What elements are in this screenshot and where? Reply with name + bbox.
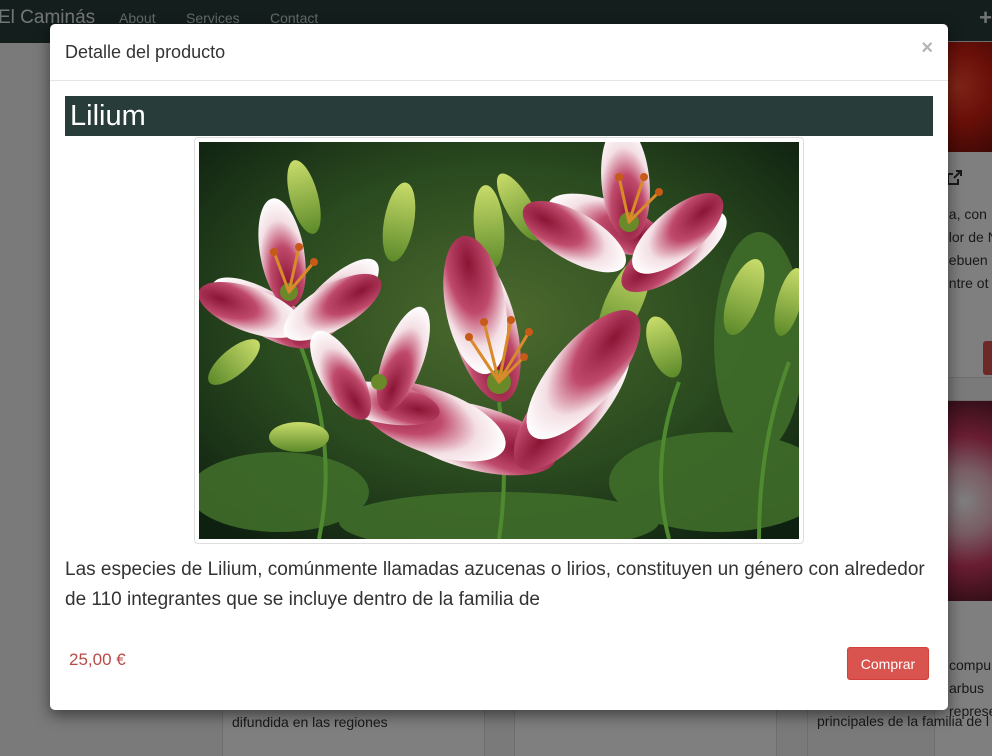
buy-button[interactable]: Comprar (847, 647, 929, 680)
product-price: 25,00 € (69, 650, 126, 669)
page: El Caminás About Services Contact + na, … (0, 0, 992, 756)
product-image-frame (194, 137, 804, 544)
product-name: Lilium (65, 96, 933, 136)
close-icon[interactable]: × (921, 38, 933, 58)
product-description: Las especies de Lilium, comúnmente llama… (65, 559, 925, 610)
modal-header: Detalle del producto × (50, 24, 948, 81)
product-image (199, 142, 799, 539)
modal-title: Detalle del producto (65, 42, 226, 62)
product-detail-modal: Detalle del producto × Lilium Las especi… (50, 24, 948, 710)
